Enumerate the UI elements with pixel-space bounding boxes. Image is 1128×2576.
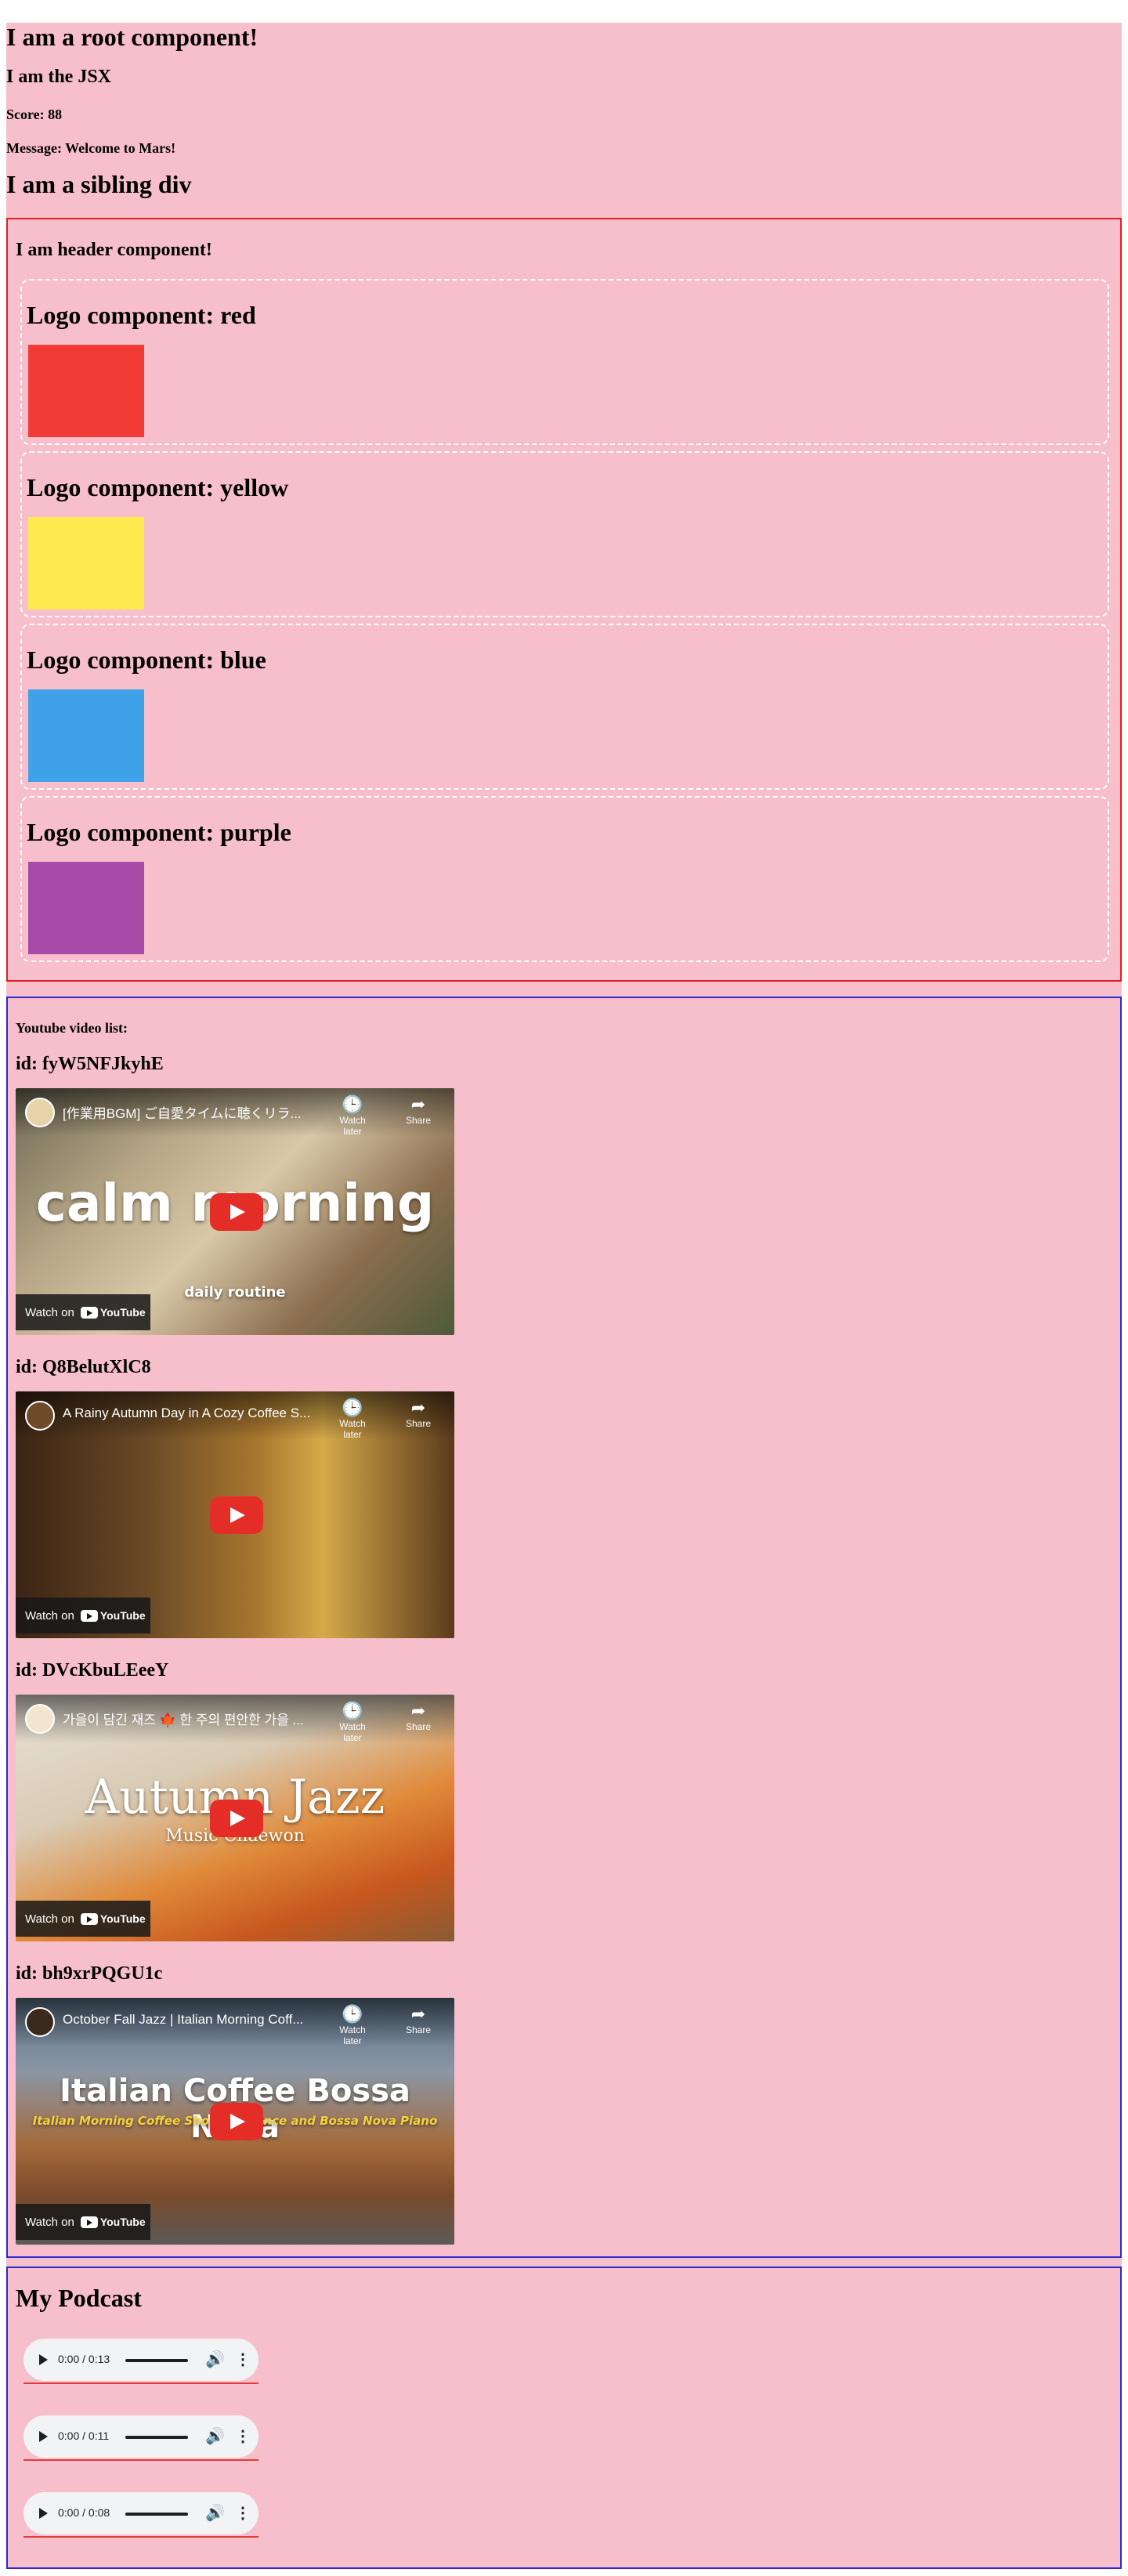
video-id-label: id: bh9xrPQGU1c: [16, 1963, 163, 1984]
video-title[interactable]: 가을이 담긴 재즈 🍁 한 주의 편안한 가을 ...: [63, 1709, 313, 1728]
video-title[interactable]: [作業用BGM] ご自愛タイムに聴くリラ...: [63, 1102, 313, 1122]
logo-label: Logo component: blue: [27, 646, 266, 674]
audio-player[interactable]: 0:00 / 0:13 🔊 ⋮: [24, 2339, 258, 2381]
video-title[interactable]: A Rainy Autumn Day in A Cozy Coffee S...: [63, 1406, 313, 1421]
volume-icon[interactable]: 🔊: [205, 2426, 225, 2446]
share-button[interactable]: ➦ Share: [395, 1398, 442, 1429]
volume-icon[interactable]: 🔊: [205, 2350, 225, 2369]
logo-label: Logo component: red: [27, 301, 256, 329]
audio-time: 0:00 / 0:13: [58, 2353, 110, 2365]
share-button[interactable]: ➦ Share: [395, 2004, 442, 2035]
logo-card-yellow: Logo component: yellow: [20, 451, 1109, 617]
play-button[interactable]: [210, 1800, 263, 1837]
play-icon[interactable]: [39, 2431, 48, 2442]
audio-progress-slider[interactable]: [125, 2513, 188, 2516]
watch-later-button[interactable]: 🕒 Watch later: [329, 2004, 376, 2046]
video-id-label: id: fyW5NFJkyhE: [16, 1054, 164, 1074]
channel-avatar[interactable]: [25, 2007, 55, 2037]
logo-card-red: Logo component: red: [20, 279, 1109, 445]
header-component: I am header component! Logo component: r…: [6, 218, 1122, 982]
audio-time: 0:00 / 0:11: [58, 2429, 110, 2442]
volume-icon[interactable]: 🔊: [205, 2503, 225, 2523]
play-button[interactable]: [210, 1193, 263, 1231]
share-icon: ➦: [410, 1398, 426, 1417]
youtube-logo-icon: YouTube: [80, 2216, 146, 2228]
channel-avatar[interactable]: [25, 1401, 55, 1431]
youtube-list-title: Youtube video list:: [16, 1020, 128, 1036]
watch-later-button[interactable]: 🕒 Watch later: [329, 1701, 376, 1743]
clock-icon: 🕒: [342, 2004, 363, 2024]
clock-icon: 🕒: [342, 1398, 363, 1417]
podcast-title: My Podcast: [16, 2284, 142, 2312]
youtube-logo-icon: YouTube: [80, 1912, 146, 1925]
jsx-heading: I am the JSX: [6, 67, 112, 87]
score-text: Score: 88: [6, 107, 63, 122]
play-icon[interactable]: [39, 2354, 48, 2365]
play-button[interactable]: [210, 1496, 263, 1534]
watch-later-button[interactable]: 🕒 Watch later: [329, 1398, 376, 1440]
share-icon: ➦: [410, 1094, 426, 1114]
share-button[interactable]: ➦ Share: [395, 1094, 442, 1126]
message-text: Message: Welcome to Mars!: [6, 140, 176, 156]
logo-swatch-blue: [28, 689, 144, 782]
audio-underline: [24, 2536, 258, 2538]
watch-on-youtube-link[interactable]: Watch on YouTube: [16, 1901, 150, 1937]
audio-underline: [24, 2382, 258, 2384]
root-title: I am a root component!: [6, 23, 258, 51]
audio-time: 0:00 / 0:08: [58, 2506, 110, 2519]
youtube-player[interactable]: A Rainy Autumn Day in A Cozy Coffee S...…: [16, 1391, 454, 1638]
logo-swatch-yellow: [28, 517, 144, 610]
clock-icon: 🕒: [342, 1701, 363, 1720]
channel-avatar[interactable]: [25, 1704, 55, 1734]
share-icon: ➦: [410, 1701, 426, 1720]
logo-swatch-purple: [28, 862, 144, 954]
channel-avatar[interactable]: [25, 1098, 55, 1127]
root-component: I am a root component! I am the JSX Scor…: [6, 23, 1122, 2569]
logo-card-blue: Logo component: blue: [20, 624, 1109, 790]
audio-progress-slider[interactable]: [125, 2359, 188, 2362]
clock-icon: 🕒: [342, 1094, 363, 1114]
watch-on-youtube-link[interactable]: Watch on YouTube: [16, 1597, 150, 1634]
logo-swatch-red: [28, 345, 144, 437]
audio-player[interactable]: 0:00 / 0:08 🔊 ⋮: [24, 2492, 258, 2534]
audio-progress-slider[interactable]: [125, 2436, 188, 2439]
youtube-list-section: Youtube video list: id: fyW5NFJkyhE [作業用…: [6, 997, 1122, 2258]
logo-label: Logo component: yellow: [27, 473, 289, 501]
youtube-player[interactable]: October Fall Jazz | Italian Morning Coff…: [16, 1998, 454, 2245]
audio-underline: [24, 2459, 258, 2461]
share-icon: ➦: [410, 2004, 426, 2024]
video-id-label: id: DVcKbuLEeeY: [16, 1660, 169, 1681]
more-options-icon[interactable]: ⋮: [235, 2426, 251, 2446]
youtube-logo-icon: YouTube: [80, 1306, 146, 1319]
more-options-icon[interactable]: ⋮: [235, 2503, 251, 2523]
audio-player[interactable]: 0:00 / 0:11 🔊 ⋮: [24, 2415, 258, 2458]
more-options-icon[interactable]: ⋮: [235, 2350, 251, 2369]
youtube-player[interactable]: 가을이 담긴 재즈 🍁 한 주의 편안한 가을 ... 🕒 Watch later…: [16, 1695, 454, 1941]
sibling-div-title: I am a sibling div: [6, 170, 192, 198]
podcast-section: My Podcast 0:00 / 0:13 🔊 ⋮ 0:00 / 0:11 🔊…: [6, 2267, 1122, 2569]
video-title[interactable]: October Fall Jazz | Italian Morning Coff…: [63, 2012, 313, 2028]
logo-card-purple: Logo component: purple: [20, 796, 1109, 962]
watch-on-youtube-link[interactable]: Watch on YouTube: [16, 1294, 150, 1330]
watch-on-youtube-link[interactable]: Watch on YouTube: [16, 2204, 150, 2240]
play-icon[interactable]: [39, 2508, 48, 2519]
video-id-label: id: Q8BelutXlC8: [16, 1357, 151, 1377]
youtube-player[interactable]: [作業用BGM] ご自愛タイムに聴くリラ... 🕒 Watch later ➦ Sh…: [16, 1088, 454, 1335]
watch-later-button[interactable]: 🕒 Watch later: [329, 1094, 376, 1137]
share-button[interactable]: ➦ Share: [395, 1701, 442, 1732]
play-button[interactable]: [210, 2103, 263, 2140]
youtube-logo-icon: YouTube: [80, 1609, 146, 1622]
header-title: I am header component!: [16, 240, 212, 260]
logo-label: Logo component: purple: [27, 818, 291, 846]
